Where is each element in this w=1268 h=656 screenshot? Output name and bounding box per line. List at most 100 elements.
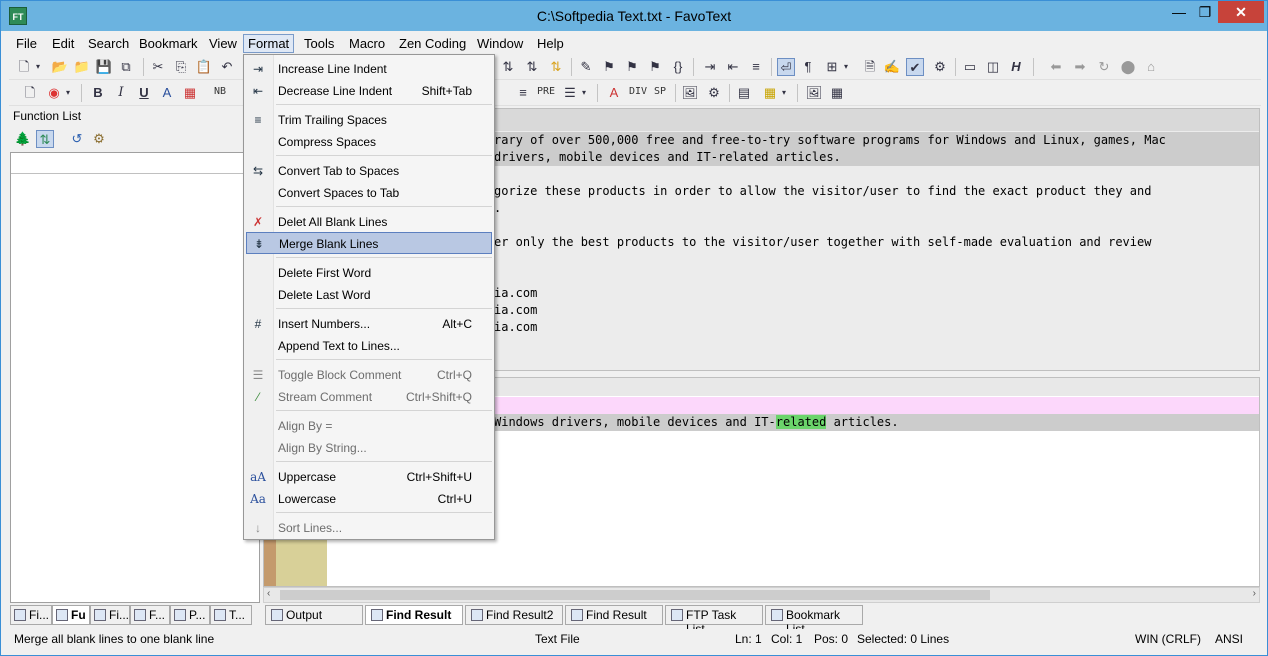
folder-icon[interactable]: 📁 xyxy=(73,58,91,76)
new-file-icon[interactable]: 🗋 xyxy=(15,58,33,76)
menu-item-append-text-to-lines[interactable]: Append Text to Lines... xyxy=(246,335,492,357)
italic-icon[interactable]: I xyxy=(112,84,130,102)
tab-output[interactable]: Output xyxy=(265,605,363,625)
menu-item-convert-spaces-to-tab[interactable]: Convert Spaces to Tab xyxy=(246,182,492,204)
menu-window[interactable]: Window xyxy=(472,34,528,53)
menu-zen-coding[interactable]: Zen Coding xyxy=(394,34,471,53)
refresh-icon[interactable]: ↻ xyxy=(1095,58,1113,76)
menu-item-increase-line-indent[interactable]: ⇥ Increase Line Indent xyxy=(246,58,492,80)
menu-item-merge-blank-lines[interactable]: ⇟ Merge Blank Lines xyxy=(246,232,492,254)
undo-icon[interactable]: ↶ xyxy=(218,58,236,76)
side-tab-find[interactable]: Fi... xyxy=(90,605,130,625)
menu-help[interactable]: Help xyxy=(532,34,569,53)
menu-format[interactable]: Format xyxy=(243,34,295,53)
bookmark-toggle-icon[interactable]: ⚑ xyxy=(600,58,618,76)
menu-item-trim-trailing-spaces[interactable]: ≡ Trim Trailing Spaces xyxy=(246,109,492,131)
page-icon[interactable]: 🗋 xyxy=(21,84,39,102)
tab-find-result[interactable]: Find Result xyxy=(365,605,463,625)
side-tab-project[interactable]: P... xyxy=(170,605,210,625)
column-mode-icon[interactable]: ⊞ xyxy=(823,58,841,76)
image-link-icon[interactable]: 🖼 xyxy=(681,84,699,102)
tab-find-result2[interactable]: Find Result2 xyxy=(465,605,563,625)
outdent-icon[interactable]: ⇤ xyxy=(724,58,742,76)
pre-tag-button[interactable]: PRE xyxy=(537,86,555,97)
browser-icon[interactable]: ◉ xyxy=(45,84,63,102)
list-settings-icon[interactable]: ⚙ xyxy=(90,130,108,148)
menu-bookmark[interactable]: Bookmark xyxy=(134,34,203,53)
settings-gear-icon[interactable]: ⚙ xyxy=(931,58,949,76)
brace-match-icon[interactable]: {} xyxy=(669,58,687,76)
table-dropdown-icon[interactable]: ▾ xyxy=(779,84,789,102)
sort-list-icon[interactable]: ⇅ xyxy=(36,130,54,148)
refresh-list-icon[interactable]: ↺ xyxy=(68,130,86,148)
pen-icon[interactable]: ✍ xyxy=(883,58,901,76)
bookmark-next-icon[interactable]: ⚑ xyxy=(623,58,641,76)
tab-ftp-task-list[interactable]: FTP Task List xyxy=(665,605,763,636)
split-view-icon[interactable]: ◫ xyxy=(984,58,1002,76)
menu-item-align-by-string[interactable]: Align By String... xyxy=(246,437,492,459)
find-in-files-icon[interactable]: ⇅ xyxy=(547,58,565,76)
menu-item-align-by-equals[interactable]: Align By = xyxy=(246,415,492,437)
scroll-thumb[interactable] xyxy=(280,590,990,600)
menu-item-convert-tab-to-spaces[interactable]: ⇆ Convert Tab to Spaces xyxy=(246,160,492,182)
menu-view[interactable]: View xyxy=(204,34,242,53)
bookmark-prev-icon[interactable]: ⚑ xyxy=(646,58,664,76)
media-icon[interactable]: ⚙ xyxy=(705,84,723,102)
function-list-panel[interactable] xyxy=(10,152,260,603)
save-icon[interactable]: 💾 xyxy=(95,58,113,76)
nb-tag-button[interactable]: NB xyxy=(214,86,226,97)
forward-arrow-icon[interactable]: ➡ xyxy=(1071,58,1089,76)
table-icon[interactable]: ▦ xyxy=(761,84,779,102)
side-tab-templates[interactable]: T... xyxy=(210,605,252,625)
list-icon[interactable]: ☰ xyxy=(561,84,579,102)
close-button[interactable]: ✕ xyxy=(1218,1,1264,23)
menu-item-lowercase[interactable]: Aa Lowercase Ctrl+U xyxy=(246,488,492,510)
grid-icon[interactable]: ▦ xyxy=(828,84,846,102)
stop-icon[interactable]: ⬤ xyxy=(1119,58,1137,76)
menu-item-compress-spaces[interactable]: Compress Spaces xyxy=(246,131,492,153)
menu-search[interactable]: Search xyxy=(83,34,134,53)
align-icon[interactable]: ≡ xyxy=(747,58,765,76)
scroll-right-icon[interactable]: › xyxy=(1253,588,1256,599)
menu-item-stream-comment[interactable]: ⁄ Stream Comment Ctrl+Shift+Q xyxy=(246,386,492,408)
color-grid-icon[interactable]: ▦ xyxy=(181,84,199,102)
menu-item-delete-all-blank-lines[interactable]: ✗ Delet All Blank Lines xyxy=(246,211,492,233)
sp-tag-button[interactable]: SP xyxy=(654,86,666,97)
html-icon[interactable]: H xyxy=(1007,58,1025,76)
find-icon[interactable]: ⇅ xyxy=(499,58,517,76)
document-icon[interactable]: 🗎 xyxy=(861,58,879,76)
home-icon[interactable]: ⌂ xyxy=(1142,58,1160,76)
maximize-button[interactable]: ❐ xyxy=(1192,1,1218,23)
save-all-icon[interactable]: ⧉ xyxy=(117,58,135,76)
find-next-icon[interactable]: ⇅ xyxy=(523,58,541,76)
open-folder-icon[interactable]: 📂 xyxy=(51,58,69,76)
list-dropdown-icon[interactable]: ▾ xyxy=(579,84,589,102)
menu-item-decrease-line-indent[interactable]: ⇤ Decrease Line Indent Shift+Tab xyxy=(246,80,492,102)
tree-view-icon[interactable]: 🌲 xyxy=(14,130,32,148)
scroll-left-icon[interactable]: ‹ xyxy=(267,588,270,599)
align-right-icon[interactable]: ≡ xyxy=(514,84,532,102)
show-whitespace-icon[interactable]: ¶ xyxy=(799,58,817,76)
paste-icon[interactable]: 📋 xyxy=(195,58,213,76)
div-tag-button[interactable]: DIV xyxy=(629,86,647,97)
copy-icon[interactable]: ⎘ xyxy=(172,58,190,76)
menu-edit[interactable]: Edit xyxy=(47,34,79,53)
menu-tools[interactable]: Tools xyxy=(299,34,339,53)
side-tab-functions[interactable]: Fu xyxy=(52,605,90,625)
spell-check-icon[interactable]: ✔ xyxy=(906,58,924,76)
bold-icon[interactable]: B xyxy=(89,84,107,102)
window-layout-icon[interactable]: ▭ xyxy=(961,58,979,76)
indent-icon[interactable]: ⇥ xyxy=(701,58,719,76)
column-dropdown-icon[interactable]: ▾ xyxy=(841,58,851,76)
tab-bookmark-list[interactable]: Bookmark List xyxy=(765,605,863,636)
picture-icon[interactable]: 🖼 xyxy=(805,84,823,102)
menu-file[interactable]: File xyxy=(11,34,42,53)
horizontal-scrollbar[interactable]: ‹ › xyxy=(263,587,1260,603)
menu-item-sort-lines[interactable]: ↓ Sort Lines... xyxy=(246,517,492,539)
menu-item-uppercase[interactable]: aA Uppercase Ctrl+Shift+U xyxy=(246,466,492,488)
menu-item-delete-first-word[interactable]: Delete First Word xyxy=(246,262,492,284)
new-dropdown-icon[interactable]: ▾ xyxy=(33,58,43,76)
menu-macro[interactable]: Macro xyxy=(344,34,390,53)
side-tab-favorites[interactable]: F... xyxy=(130,605,170,625)
cut-icon[interactable]: ✂ xyxy=(149,58,167,76)
